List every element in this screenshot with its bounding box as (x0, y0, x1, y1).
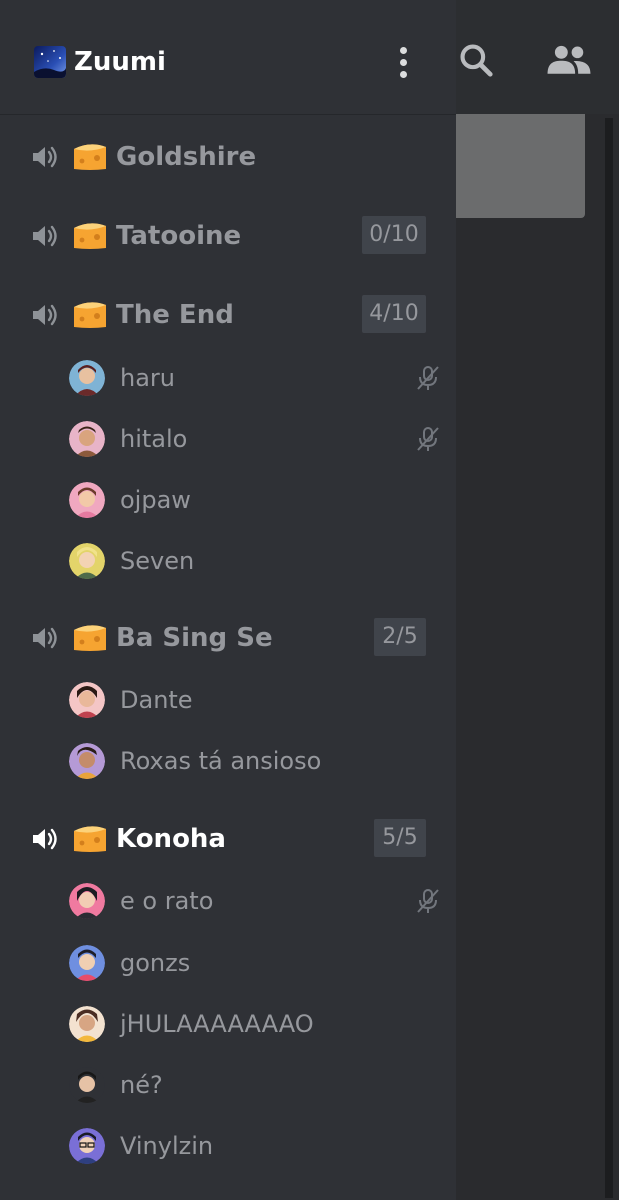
voice-member[interactable]: Seven (0, 533, 456, 589)
avatar (69, 1006, 105, 1042)
speaker-icon (33, 146, 57, 168)
message-card (456, 114, 585, 218)
avatar (69, 360, 105, 396)
voice-channel-goldshire[interactable]: Goldshire (0, 129, 456, 185)
channel-name: Goldshire (116, 142, 257, 172)
server-name: Zuumi (74, 47, 166, 77)
voice-member[interactable]: né? (0, 1057, 456, 1113)
member-name: hitalo (120, 425, 188, 453)
user-limit-badge: 5/5 (374, 819, 426, 857)
voice-channel-the-end[interactable]: The End 4/10 (0, 287, 456, 343)
cheese-icon (74, 826, 106, 852)
member-name: haru (120, 364, 175, 392)
speaker-icon (33, 225, 57, 247)
channel-name: Tatooine (116, 221, 242, 251)
server-header[interactable]: Zuumi (0, 0, 456, 115)
avatar (69, 883, 105, 919)
avatar (69, 743, 105, 779)
main-top-bar (456, 0, 619, 114)
avatar (69, 482, 105, 518)
cheese-icon (74, 144, 106, 170)
avatar (69, 682, 105, 718)
voice-member[interactable]: haru (0, 350, 456, 406)
user-limit-badge: 2/5 (374, 618, 426, 656)
voice-channel-konoha[interactable]: Konoha 5/5 (0, 811, 456, 867)
cheese-icon (74, 625, 106, 651)
more-options-icon[interactable] (388, 40, 418, 84)
avatar (69, 421, 105, 457)
member-name: Seven (120, 547, 195, 575)
avatar (69, 543, 105, 579)
avatar (69, 1067, 105, 1103)
member-name: Dante (120, 686, 193, 714)
voice-channel-tatooine[interactable]: Tatooine 0/10 (0, 208, 456, 264)
user-limit-badge: 4/10 (362, 295, 426, 333)
voice-member[interactable]: Roxas tá ansioso (0, 733, 456, 789)
speaker-icon (33, 304, 57, 326)
member-name: ojpaw (120, 486, 191, 514)
voice-member[interactable]: e o rato (0, 873, 456, 929)
muted-mic-icon (417, 427, 439, 451)
voice-member[interactable]: hitalo (0, 411, 456, 467)
member-name: Vinylzin (120, 1132, 214, 1160)
voice-member[interactable]: gonzs (0, 935, 456, 991)
avatar (69, 1128, 105, 1164)
avatar (69, 945, 105, 981)
cheese-icon (74, 302, 106, 328)
voice-member[interactable]: jHULAAAAAAAO (0, 996, 456, 1052)
channel-name: Ba Sing Se (116, 623, 273, 653)
voice-member[interactable]: Dante (0, 672, 456, 728)
scrollbar[interactable] (605, 118, 613, 1198)
voice-channel-ba-sing-se[interactable]: Ba Sing Se 2/5 (0, 610, 456, 666)
channel-name: Konoha (116, 824, 226, 854)
main-area (456, 0, 619, 1200)
members-icon[interactable] (544, 40, 594, 80)
search-icon[interactable] (456, 40, 496, 80)
member-name: Roxas tá ansioso (120, 747, 322, 775)
channel-name: The End (116, 300, 234, 330)
muted-mic-icon (417, 366, 439, 390)
member-name: gonzs (120, 949, 191, 977)
speaker-icon (33, 627, 57, 649)
voice-member[interactable]: Vinylzin (0, 1118, 456, 1174)
user-limit-badge: 0/10 (362, 216, 426, 254)
cheese-icon (74, 223, 106, 249)
muted-mic-icon (417, 889, 439, 913)
member-name: jHULAAAAAAAO (120, 1010, 314, 1038)
speaker-icon (33, 828, 57, 850)
member-name: e o rato (120, 887, 214, 915)
voice-member[interactable]: ojpaw (0, 472, 456, 528)
server-icon (34, 46, 66, 78)
channel-drawer: Zuumi Goldshire Tatooine 0/10 The End 4/… (0, 0, 456, 1200)
member-name: né? (120, 1071, 163, 1099)
